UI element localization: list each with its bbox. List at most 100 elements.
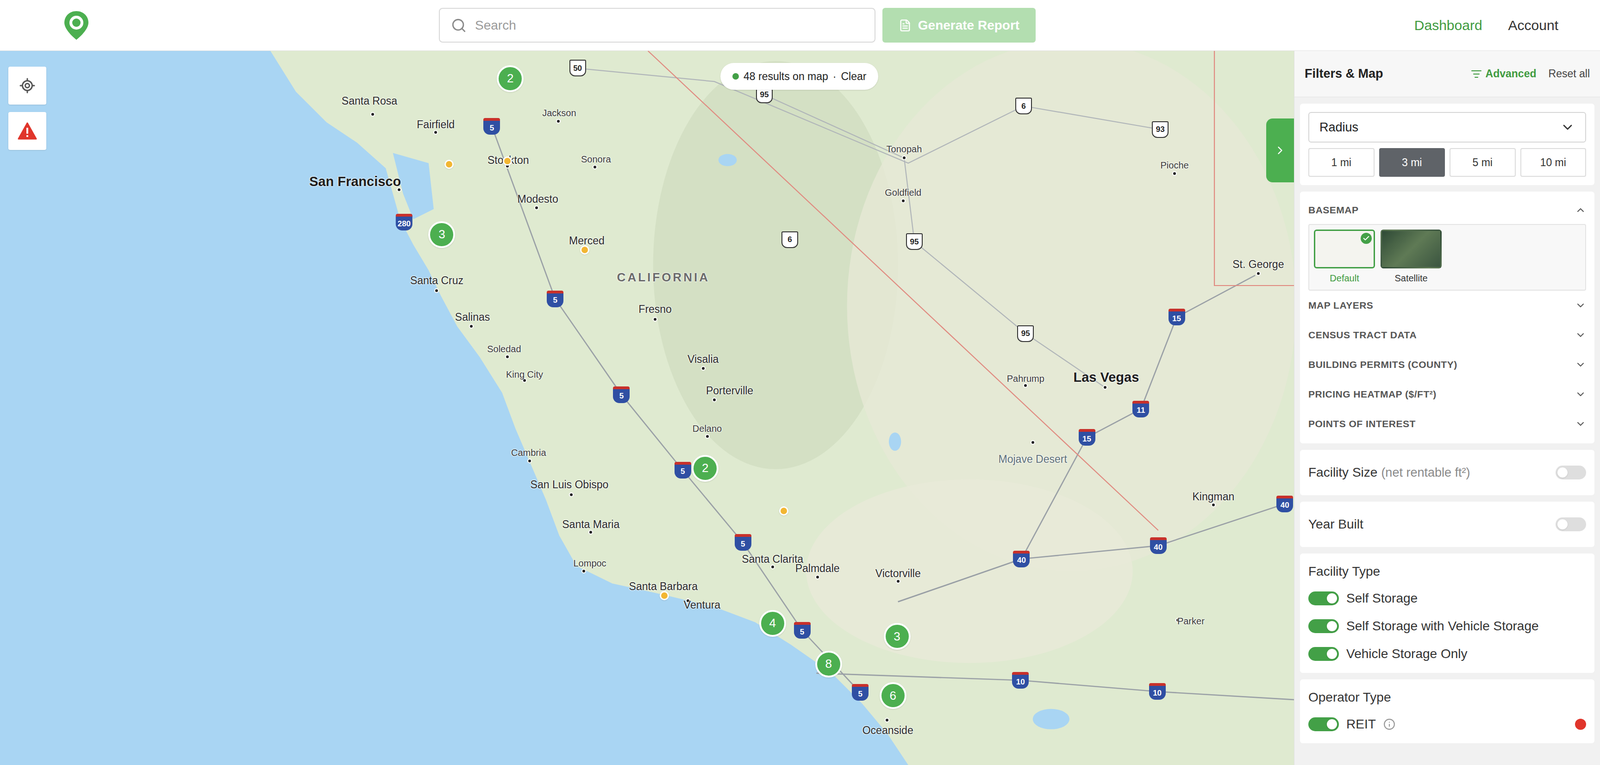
search-icon [450, 17, 467, 34]
range-filter-card: Facility Size(net rentable ft²) [1300, 450, 1595, 496]
top-bar: Search Generate Report Dashboard Account [0, 0, 1600, 51]
map[interactable]: 52805555551010151540404011509569369595Sa… [0, 50, 1294, 765]
city-dot [534, 205, 539, 211]
interstate-shield: 5 [674, 462, 692, 479]
facility-pin[interactable] [779, 506, 789, 516]
interstate-shield: 40 [1150, 537, 1167, 555]
map-label: Visalia [687, 353, 719, 365]
cluster-marker[interactable]: 2 [691, 455, 719, 482]
map-label: Fresno [638, 303, 672, 315]
cluster-marker[interactable]: 3 [883, 623, 911, 650]
interstate-shield: 10 [1012, 672, 1029, 689]
facility-pin[interactable] [444, 159, 454, 169]
reset-all-button[interactable]: Reset all [1548, 65, 1590, 82]
city-dot [433, 130, 438, 135]
search-placeholder: Search [475, 15, 517, 36]
locate-button[interactable] [8, 66, 47, 105]
radius-option[interactable]: 5 mi [1449, 148, 1516, 177]
cluster-marker[interactable]: 8 [815, 650, 843, 678]
city-dot [770, 564, 775, 570]
facility-type-toggle[interactable] [1308, 647, 1339, 662]
basemap-option[interactable]: Satellite [1380, 229, 1442, 286]
map-label: Santa Rosa [341, 95, 398, 107]
map-label: Palmdale [795, 562, 840, 574]
cluster-marker[interactable]: 2 [496, 65, 524, 93]
basemap-option[interactable]: Default [1313, 229, 1375, 286]
search-field[interactable]: Search [438, 7, 876, 43]
locate-icon [18, 77, 36, 94]
toggle-knob [1326, 593, 1338, 604]
city-dot [568, 492, 574, 498]
generate-report-button[interactable]: Generate Report [882, 7, 1036, 43]
interstate-shield: 5 [851, 684, 869, 701]
map-label: Delano [692, 424, 722, 434]
radius-card: Radius 1 mi3 mi5 mi10 mi [1300, 103, 1595, 186]
map-label: Salinas [455, 312, 490, 323]
info-icon[interactable] [1383, 718, 1396, 731]
nav-link[interactable]: Account [1508, 14, 1559, 36]
cluster-marker[interactable]: 6 [879, 682, 907, 710]
city-dot [592, 164, 598, 170]
app: SearchGenerate ReportDashboardAccount528… [0, 0, 1600, 765]
cluster-marker[interactable]: 3 [428, 221, 456, 249]
radius-select[interactable]: Radius [1308, 112, 1587, 143]
filters-sidebar: Filters & MapAdvancedReset allRadius1 mi… [1293, 50, 1600, 765]
collapse-sidebar-tab[interactable] [1266, 118, 1294, 183]
facility-pin[interactable] [659, 591, 669, 601]
separator: · [832, 68, 837, 85]
radius-option[interactable]: 3 mi [1379, 148, 1446, 177]
map-label: Santa Maria [562, 518, 620, 530]
interstate-shield: 5 [546, 290, 564, 308]
basemap-thumbnail [1380, 229, 1442, 269]
us-route-shield: 93 [1151, 121, 1169, 138]
toggle-knob [1326, 621, 1338, 632]
advanced-button[interactable]: Advanced [1470, 65, 1537, 82]
map-label: Mojave Desert [998, 453, 1068, 465]
range-filter-card: Year Built [1300, 501, 1595, 548]
chevron-down-icon [1575, 329, 1587, 341]
city-dot [1030, 440, 1036, 445]
accordion-row[interactable]: CENSUS TRACT DATA [1308, 320, 1587, 350]
accordion-row[interactable]: POINTS OF INTEREST [1308, 409, 1587, 439]
cluster-marker[interactable]: 4 [759, 610, 787, 638]
city-dot [652, 317, 658, 322]
radius-option[interactable]: 10 mi [1520, 148, 1587, 177]
map-label: Las Vegas [1073, 370, 1139, 385]
map-label: Parker [1177, 616, 1205, 626]
facility-pin[interactable] [580, 245, 590, 255]
operator-type-toggle[interactable] [1308, 717, 1339, 732]
facility-pin[interactable] [502, 156, 513, 166]
us-route-shield: 95 [1017, 325, 1034, 343]
chevron-right-icon [1273, 143, 1287, 157]
filter-icon [1470, 68, 1482, 80]
map-label: Merced [568, 235, 605, 246]
map-label: Oceanside [862, 725, 914, 737]
radius-option[interactable]: 1 mi [1308, 148, 1375, 177]
interstate-shield: 40 [1276, 495, 1294, 513]
range-filter-toggle[interactable] [1555, 465, 1587, 480]
map-label: Sonora [581, 154, 612, 164]
facility-type-toggle[interactable] [1308, 619, 1339, 634]
map-settings-card: BASEMAPDefaultSatelliteMAP LAYERSCENSUS … [1300, 191, 1595, 444]
accordion-row[interactable]: BUILDING PERMITS (COUNTY) [1308, 350, 1587, 380]
accordion-row[interactable]: PRICING HEATMAP ($/FT²) [1308, 379, 1587, 410]
city-dot [1023, 383, 1028, 388]
clear-link[interactable]: Clear [841, 68, 867, 85]
basemap-options: DefaultSatellite [1308, 224, 1587, 291]
nav-link[interactable]: Dashboard [1414, 14, 1483, 36]
basemap-header[interactable]: BASEMAP [1308, 196, 1587, 225]
range-filter-toggle[interactable] [1555, 517, 1587, 532]
city-dot [1102, 385, 1108, 390]
map-label: Cambria [511, 448, 547, 458]
facility-type-toggle[interactable] [1308, 591, 1339, 606]
logo-icon[interactable] [62, 10, 91, 41]
map-label: Pioche [1160, 160, 1189, 170]
chevron-down-icon [1575, 300, 1587, 312]
interstate-shield: 5 [734, 534, 752, 551]
city-dot [527, 458, 532, 464]
facility-type-card: Facility TypeSelf StorageSelf Storage wi… [1300, 553, 1595, 674]
alert-button[interactable] [8, 112, 47, 150]
city-dot [700, 366, 706, 371]
map-label: San Luis Obispo [530, 479, 609, 490]
accordion-row[interactable]: MAP LAYERS [1308, 290, 1587, 321]
